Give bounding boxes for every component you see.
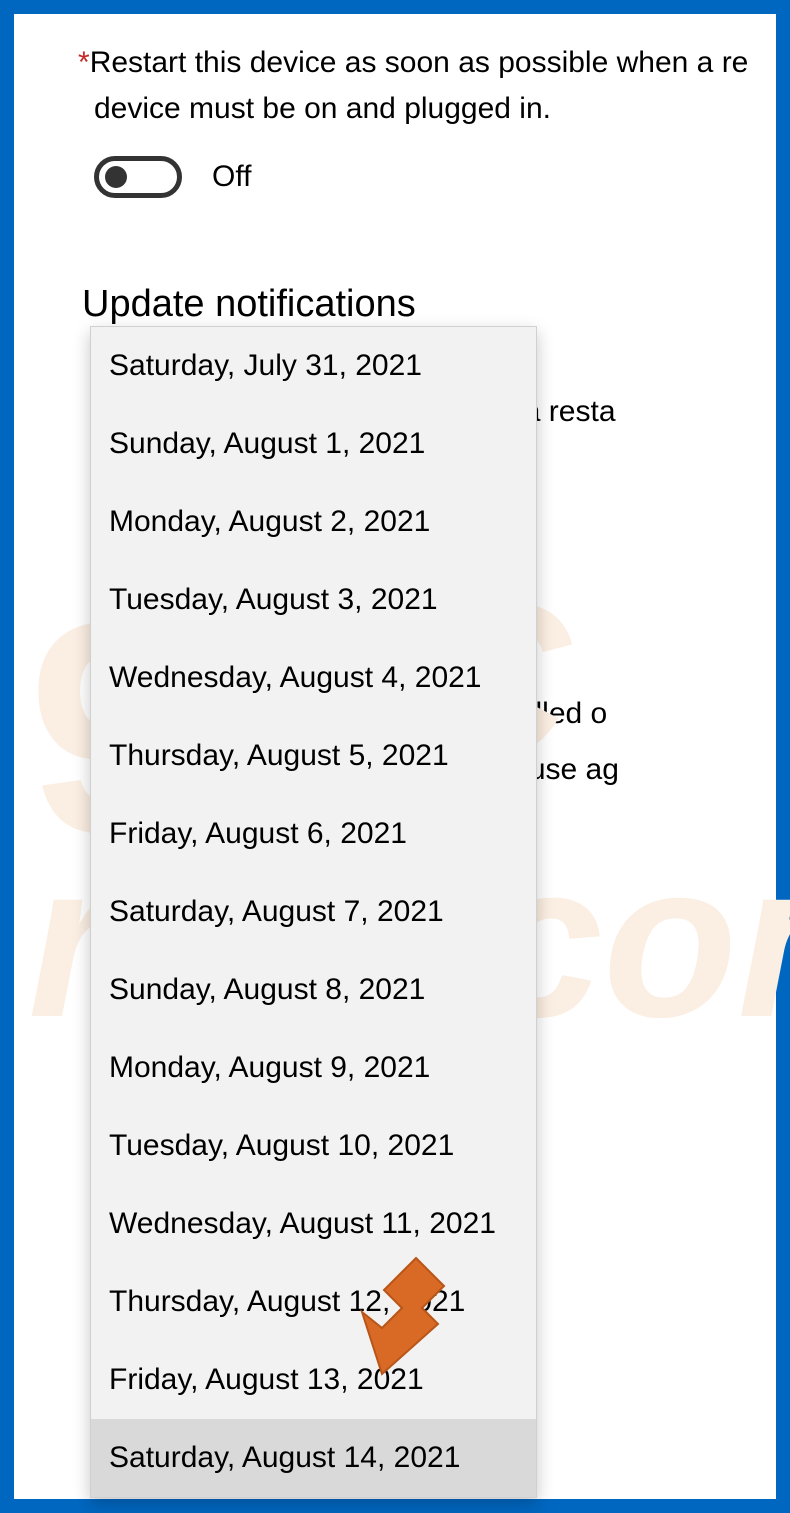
restart-toggle-row: Off	[78, 156, 776, 198]
dropdown-item[interactable]: Monday, August 9, 2021	[91, 1029, 536, 1107]
dropdown-item[interactable]: Sunday, August 8, 2021	[91, 951, 536, 1029]
restart-option-line2: device must be on and plugged in.	[78, 88, 776, 130]
dropdown-item[interactable]: Saturday, August 7, 2021	[91, 873, 536, 951]
restart-toggle-label: Off	[212, 156, 251, 198]
dropdown-item[interactable]: Sunday, August 1, 2021	[91, 405, 536, 483]
dropdown-item[interactable]: Friday, August 13, 2021	[91, 1341, 536, 1419]
dropdown-item[interactable]: Tuesday, August 3, 2021	[91, 561, 536, 639]
toggle-knob-icon	[105, 166, 127, 188]
restart-text-part1: Restart this device as soon as possible …	[90, 46, 749, 79]
dropdown-item[interactable]: Friday, August 6, 2021	[91, 795, 536, 873]
restart-toggle[interactable]	[94, 156, 182, 198]
dropdown-item[interactable]: Wednesday, August 4, 2021	[91, 639, 536, 717]
required-asterisk: *	[78, 46, 90, 79]
dropdown-item-highlighted[interactable]: Saturday, August 14, 2021	[91, 1419, 536, 1497]
dropdown-item[interactable]: Monday, August 2, 2021	[91, 483, 536, 561]
dropdown-item[interactable]: Tuesday, August 10, 2021	[91, 1107, 536, 1185]
dropdown-item[interactable]: Thursday, August 5, 2021	[91, 717, 536, 795]
window-frame: 9 PC risk.com *Restart this device as so…	[0, 0, 790, 1513]
dropdown-item[interactable]: Saturday, July 31, 2021	[91, 327, 536, 405]
dropdown-item[interactable]: Wednesday, August 11, 2021	[91, 1185, 536, 1263]
pause-until-dropdown[interactable]: Saturday, July 31, 2021 Sunday, August 1…	[90, 326, 537, 1498]
update-notifications-heading: Update notifications	[78, 278, 776, 331]
dropdown-item[interactable]: Thursday, August 12, 2021	[91, 1263, 536, 1341]
restart-option-line1: *Restart this device as soon as possible…	[78, 42, 776, 84]
